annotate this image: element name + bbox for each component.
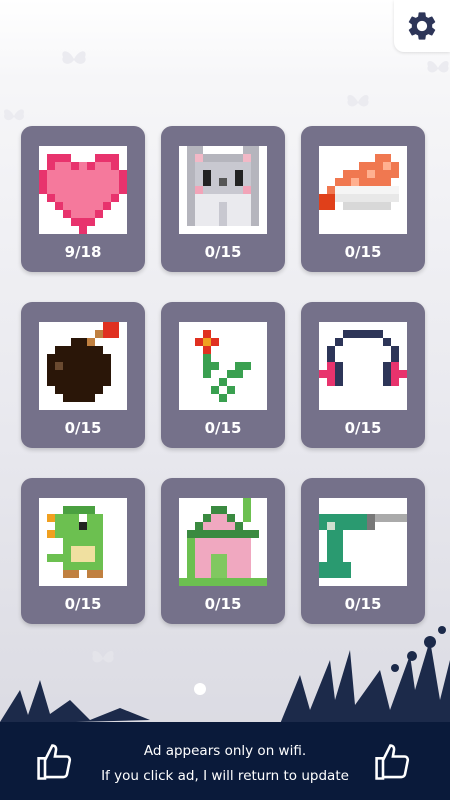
puzzle-progress: 0/15 (64, 419, 102, 437)
puzzle-grid: 9/18 0/15 0/15 0/15 0/15 0/15 0/15 0/15 … (0, 0, 450, 640)
dinosaur-thumbnail (39, 498, 127, 586)
puzzle-card-bomb[interactable]: 0/15 (21, 302, 145, 448)
puzzle-card-headphones[interactable]: 0/15 (301, 302, 425, 448)
puzzle-progress: 9/18 (64, 243, 102, 261)
puzzle-card-heart[interactable]: 9/18 (21, 126, 145, 272)
thumbs-up-icon (375, 744, 410, 780)
bomb-thumbnail (39, 322, 127, 410)
flower-thumbnail (179, 322, 267, 410)
puzzle-progress: 0/15 (64, 595, 102, 613)
puzzle-progress: 0/15 (344, 419, 382, 437)
puzzle-card-flower[interactable]: 0/15 (161, 302, 285, 448)
puzzle-progress: 0/15 (204, 419, 242, 437)
headphones-thumbnail (319, 322, 407, 410)
sushi-thumbnail (319, 146, 407, 234)
cat-thumbnail (179, 146, 267, 234)
heart-thumbnail (39, 146, 127, 234)
page-indicator-dot[interactable] (194, 683, 206, 695)
puzzle-progress: 0/15 (344, 595, 382, 613)
puzzle-card-drill[interactable]: 0/15 (301, 478, 425, 624)
puzzle-card-sushi[interactable]: 0/15 (301, 126, 425, 272)
ad-banner[interactable]: Ad appears only on wifi. If you click ad… (0, 722, 450, 800)
puzzle-card-dinosaur[interactable]: 0/15 (21, 478, 145, 624)
puzzle-progress: 0/15 (344, 243, 382, 261)
puzzle-card-house[interactable]: 0/15 (161, 478, 285, 624)
grass-silhouette-decoration (0, 626, 450, 724)
puzzle-progress: 0/15 (204, 243, 242, 261)
drill-thumbnail (319, 498, 407, 586)
puzzle-progress: 0/15 (204, 595, 242, 613)
puzzle-card-cat[interactable]: 0/15 (161, 126, 285, 272)
house-thumbnail (179, 498, 267, 586)
